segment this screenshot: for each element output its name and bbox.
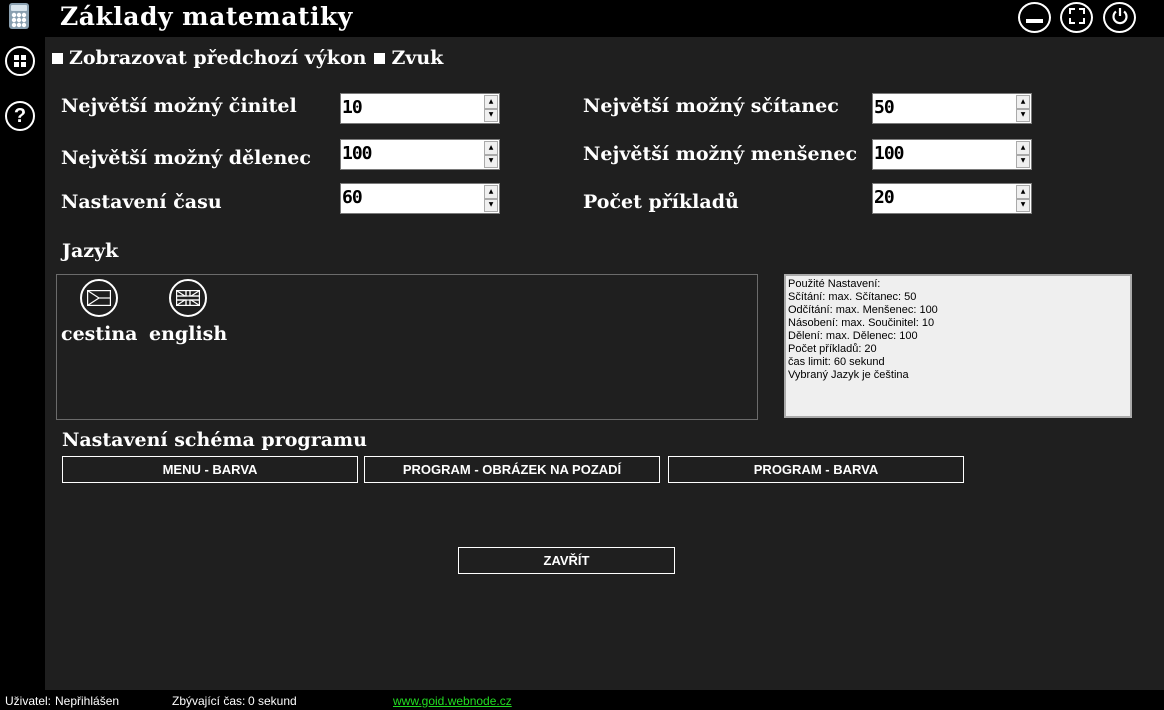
- minus-icon: [1026, 8, 1043, 27]
- summary-line: Použité Nastavení:: [788, 278, 881, 290]
- max-factor-stepper[interactable]: 10 ▲ ▼: [340, 93, 500, 124]
- remaining-label: Zbývající čas:: [172, 694, 246, 708]
- max-factor-value: 10: [342, 97, 363, 118]
- options-row: Zobrazovat předchozí výkon Zvuk: [52, 47, 451, 69]
- summary-line: čas limit: 60 sekund: [788, 356, 885, 368]
- user-value: Nepřihlášen: [55, 694, 120, 708]
- summary-line: Sčítání: max. Sčítanec: 50: [788, 291, 917, 303]
- time-label: Nastavení času: [61, 191, 222, 213]
- language-option-cestina[interactable]: cestina: [61, 279, 137, 345]
- checkbox-box: [52, 52, 63, 64]
- language-label: english: [149, 323, 228, 345]
- max-factor-label: Největší možný činitel: [61, 95, 297, 117]
- main-panel: Zobrazovat předchozí výkon Zvuk Největší…: [45, 37, 1164, 690]
- apps-button[interactable]: [5, 46, 35, 76]
- show-previous-label: Zobrazovat předchozí výkon: [69, 47, 367, 69]
- language-heading: Jazyk: [62, 240, 119, 262]
- czech-flag-icon: [80, 279, 119, 317]
- summary-line: Vybraný Jazyk je čeština: [788, 369, 909, 381]
- max-dividend-value: 100: [342, 143, 372, 164]
- spin-up-icon[interactable]: ▲: [484, 185, 498, 199]
- spin-down-icon[interactable]: ▼: [484, 108, 498, 122]
- language-label: cestina: [61, 323, 138, 345]
- spin-down-icon[interactable]: ▼: [1016, 154, 1030, 168]
- grid-icon: [14, 52, 26, 71]
- calculator-icon: [8, 3, 30, 29]
- spin-down-icon[interactable]: ▼: [484, 154, 498, 168]
- website-link[interactable]: www.goid.webnode.cz: [393, 694, 512, 708]
- show-previous-checkbox[interactable]: Zobrazovat předchozí výkon: [52, 47, 366, 69]
- spin-up-icon[interactable]: ▲: [1016, 95, 1030, 109]
- time-value: 60: [342, 187, 363, 208]
- close-button[interactable]: ZAVŘÍT: [458, 547, 675, 574]
- count-stepper[interactable]: 20 ▲ ▼: [872, 183, 1032, 214]
- remaining-value: 0 sekund: [248, 694, 297, 708]
- sound-label: Zvuk: [391, 47, 444, 69]
- maximize-button[interactable]: [1060, 2, 1093, 33]
- spin-up-icon[interactable]: ▲: [484, 141, 498, 155]
- spin-down-icon[interactable]: ▼: [1016, 198, 1030, 212]
- max-minuend-stepper[interactable]: 100 ▲ ▼: [872, 139, 1032, 170]
- sidebar: ?: [0, 0, 45, 690]
- spin-down-icon[interactable]: ▼: [1016, 108, 1030, 122]
- sound-checkbox[interactable]: Zvuk: [374, 47, 443, 69]
- user-label: Uživatel:: [5, 694, 52, 708]
- count-value: 20: [874, 187, 895, 208]
- settings-summary: Použité Nastavení: Sčítání: max. Sčítane…: [784, 274, 1132, 418]
- question-icon: ?: [13, 105, 27, 127]
- help-button[interactable]: ?: [5, 101, 35, 131]
- program-color-button[interactable]: PROGRAM - BARVA: [668, 456, 964, 483]
- max-addend-stepper[interactable]: 50 ▲ ▼: [872, 93, 1032, 124]
- max-addend-label: Největší možný sčítanec: [583, 95, 839, 117]
- spin-up-icon[interactable]: ▲: [1016, 185, 1030, 199]
- max-minuend-label: Největší možný menšenec: [583, 143, 858, 165]
- summary-line: Dělení: max. Dělenec: 100: [788, 330, 918, 342]
- spin-up-icon[interactable]: ▲: [484, 95, 498, 109]
- app-title: Základy matematiky: [60, 2, 353, 31]
- app-window: ? Základy matematiky Zobrazovat předchoz…: [0, 0, 1164, 710]
- power-icon: [1111, 7, 1129, 29]
- summary-line: Odčítání: max. Menšenec: 100: [788, 304, 938, 316]
- status-bar: Uživatel: Nepřihlášen Zbývající čas: 0 s…: [0, 690, 1164, 710]
- max-addend-value: 50: [874, 97, 895, 118]
- power-button[interactable]: [1103, 2, 1136, 33]
- count-label: Počet příkladů: [583, 191, 739, 213]
- uk-flag-icon: [169, 279, 208, 317]
- scheme-heading: Nastavení schéma programu: [62, 429, 367, 451]
- language-list: cestina english: [56, 274, 758, 420]
- spin-down-icon[interactable]: ▼: [484, 198, 498, 212]
- time-stepper[interactable]: 60 ▲ ▼: [340, 183, 500, 214]
- expand-icon: [1068, 7, 1085, 28]
- spin-up-icon[interactable]: ▲: [1016, 141, 1030, 155]
- max-minuend-value: 100: [874, 143, 904, 164]
- checkbox-box: [374, 52, 386, 64]
- title-bar: Základy matematiky: [45, 0, 1164, 37]
- max-dividend-label: Největší možný dělenec: [61, 147, 311, 169]
- minimize-button[interactable]: [1018, 2, 1051, 33]
- max-dividend-stepper[interactable]: 100 ▲ ▼: [340, 139, 500, 170]
- background-image-button[interactable]: PROGRAM - OBRÁZEK NA POZADÍ: [364, 456, 660, 483]
- summary-line: Násobení: max. Součinitel: 10: [788, 317, 935, 329]
- menu-color-button[interactable]: MENU - BARVA: [62, 456, 358, 483]
- summary-line: Počet příkladů: 20: [788, 343, 877, 355]
- language-option-english[interactable]: english: [149, 279, 227, 345]
